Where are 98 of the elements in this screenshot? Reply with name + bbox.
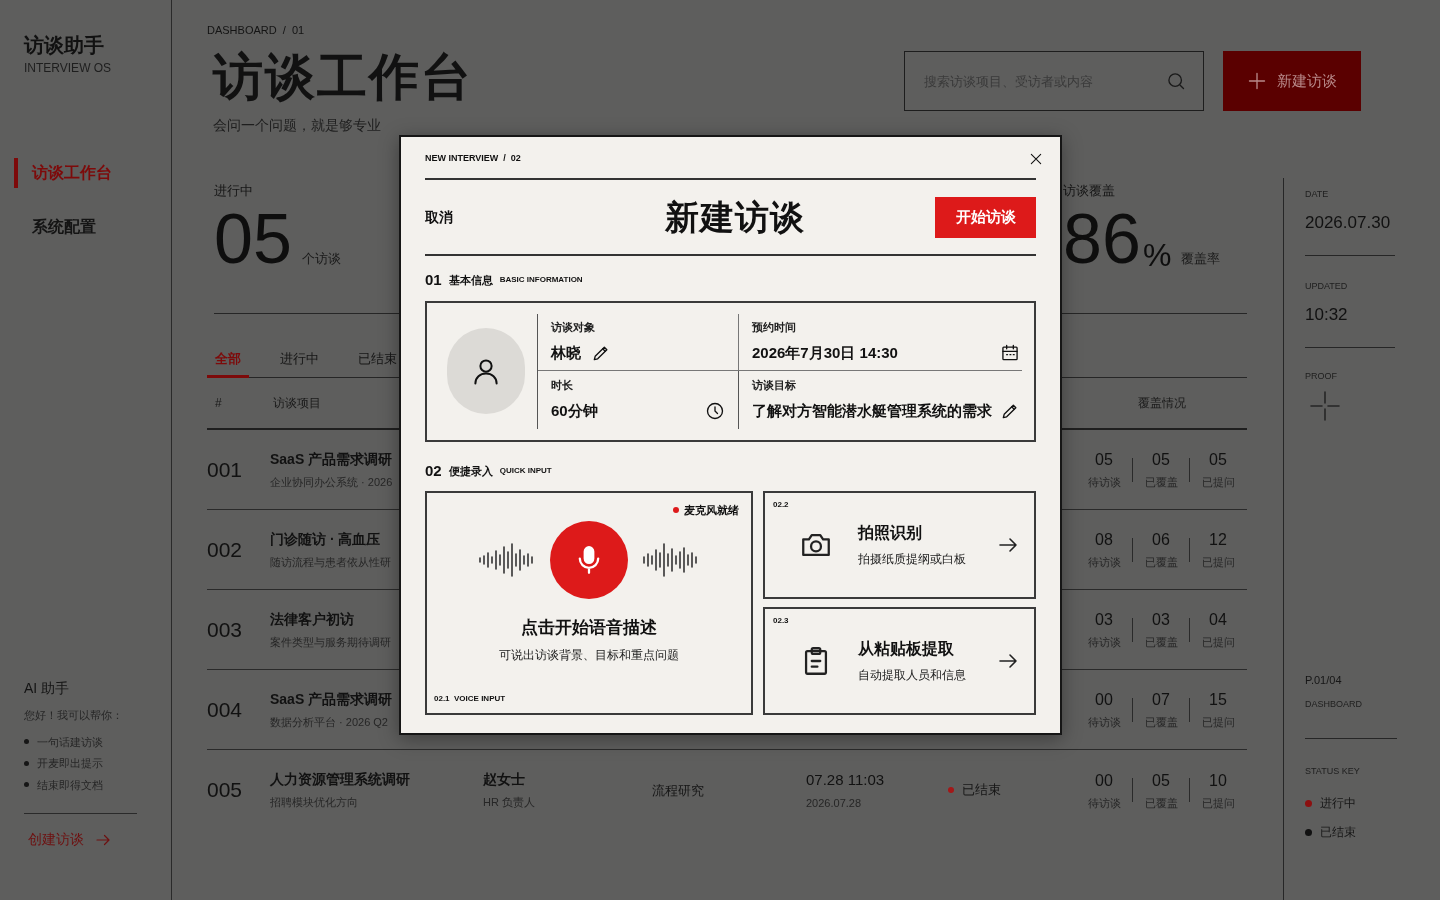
filter-tab[interactable]: 进行中 — [272, 342, 327, 378]
card-tag: 02.2 — [773, 499, 789, 511]
count-value: 00 — [1095, 690, 1113, 711]
section-title: 便捷录入 — [448, 463, 493, 479]
count-value: 04 — [1209, 610, 1227, 631]
voice-title: 点击开始语音描述 — [521, 617, 657, 639]
field-label: 时长 — [551, 378, 574, 394]
count-value: 15 — [1209, 690, 1227, 711]
card-title: 从粘贴板提取 — [858, 639, 955, 660]
stat-label: 进行中 — [214, 182, 254, 200]
updated-label: UPDATED — [1305, 280, 1349, 293]
mic-status: 麦克风就绪 — [684, 503, 739, 518]
nav-item[interactable]: 系统配置 — [0, 212, 171, 242]
count-value: 03 — [1152, 610, 1170, 631]
date-value: 2026.07.30 — [1305, 211, 1392, 234]
count-value: 05 — [1095, 450, 1113, 471]
count-value: 08 — [1095, 530, 1113, 551]
field-label: 访谈对象 — [551, 320, 596, 336]
status-key-label: 进行中 — [1320, 795, 1356, 812]
filter-tab[interactable]: 已结束 — [350, 342, 405, 378]
interview-date: 2026.07.28 — [806, 796, 863, 811]
clock-icon — [705, 401, 725, 421]
interview-time: 07.28 11:03 — [806, 769, 886, 790]
status-key-label: 已结束 — [1320, 824, 1356, 841]
section-subtitle: QUICK INPUT — [499, 464, 552, 477]
dialog-title: 新建访谈 — [665, 196, 805, 238]
card-tag: 02.1 VOICE INPUT — [434, 693, 506, 705]
stat-value: 86 — [1063, 206, 1141, 271]
field-value[interactable]: 60分钟 — [551, 399, 598, 423]
page-subtitle: 会问一个问题，就是够专业 — [213, 116, 382, 135]
field-value[interactable]: 2026年7月30日 14:30 — [752, 341, 898, 365]
row-number: 005 — [207, 777, 244, 804]
search-icon — [1166, 71, 1186, 91]
start-interview-button[interactable]: 开始访谈 — [935, 196, 1036, 238]
section-title: 基本信息 — [448, 273, 493, 288]
count-value: 07 — [1152, 690, 1170, 711]
column-header: 覆盖情况 — [1138, 395, 1186, 412]
interviewee-name: 赵女士 — [483, 770, 526, 790]
field-value[interactable]: 林晓 — [551, 341, 581, 365]
project-title: 人力资源管理系统调研 — [270, 770, 410, 790]
quick-input-card[interactable]: 02.3 从粘贴板提取 自动提取人员和信息 — [763, 607, 1036, 715]
field-label: 预约时间 — [752, 320, 797, 336]
row-number: 001 — [207, 456, 244, 483]
column-header: 访谈项目 — [273, 395, 321, 412]
field-value[interactable]: 了解对方智能潜水艇管理系统的需求 — [752, 399, 992, 423]
count-value: 00 — [1095, 770, 1113, 791]
interview-type: 流程研究 — [652, 783, 704, 798]
project-title: SaaS 产品需求调研 — [270, 449, 393, 469]
field-label: 访谈目标 — [752, 378, 797, 394]
updated-value: 10:32 — [1305, 303, 1349, 326]
row-number: 002 — [207, 536, 244, 563]
new-interview-button[interactable]: 新建访谈 — [1223, 51, 1361, 111]
count-value: 05 — [1209, 450, 1227, 471]
quick-input-card[interactable]: 02.2 拍照识别 拍摄纸质提纲或白板 — [763, 491, 1036, 599]
waveform-icon — [642, 540, 700, 580]
card-hint: 自动提取人员和信息 — [858, 668, 967, 684]
close-icon[interactable] — [1028, 151, 1044, 167]
page-label: DASHBOARD — [1305, 698, 1363, 711]
brand-subtitle: INTERVIEW OS — [23, 61, 113, 75]
column-header: # — [214, 395, 223, 412]
stat-value: 05 — [214, 206, 292, 271]
brand-title: 访谈助手 — [22, 33, 105, 57]
count-value: 10 — [1209, 770, 1227, 791]
count-value: 06 — [1152, 530, 1170, 551]
crosshair-icon — [1309, 389, 1341, 422]
waveform-icon — [478, 540, 536, 580]
calendar-icon — [1000, 343, 1020, 363]
dialog-breadcrumb: NEW INTERVIEW / 02 — [425, 152, 521, 166]
count-value: 03 — [1095, 610, 1113, 631]
count-value: 05 — [1152, 770, 1170, 791]
project-title: SaaS 产品需求调研 — [270, 689, 393, 709]
breadcrumb: DASHBOARD / 01 — [207, 23, 306, 37]
row-number: 003 — [207, 616, 244, 643]
page-number: P.01/04 — [1305, 672, 1343, 688]
stat-suffix: % — [1142, 238, 1172, 271]
section-number: 02 — [425, 460, 442, 481]
stat-unit: 覆盖率 — [1181, 250, 1221, 268]
stat-unit: 个访谈 — [301, 250, 341, 268]
cancel-button[interactable]: 取消 — [425, 206, 453, 228]
status-label: 已结束 — [962, 781, 1001, 800]
row-number: 004 — [207, 696, 244, 723]
plus-icon — [1247, 71, 1267, 91]
date-label: DATE — [1305, 188, 1330, 201]
stat-label: 访谈覆盖 — [1063, 182, 1116, 200]
card-tag: 02.3 — [773, 615, 789, 627]
count-value: 05 — [1152, 450, 1170, 471]
count-value: 12 — [1209, 530, 1227, 551]
card-hint: 拍摄纸质提纲或白板 — [858, 552, 967, 568]
proof-label: PROOF — [1305, 370, 1338, 383]
section-subtitle: BASIC INFORMATION — [499, 274, 583, 287]
section-number: 01 — [425, 270, 442, 290]
card-title: 拍照识别 — [858, 523, 923, 544]
voice-hint: 可说出访谈背景、目标和重点问题 — [499, 647, 679, 663]
assistant-title: AI 助手 — [24, 679, 71, 697]
project-title: 门诊随访 · 高血压 — [270, 529, 381, 549]
person-icon — [471, 356, 501, 386]
project-title: 法律客户初访 — [270, 609, 354, 629]
page-title: 访谈工作台 — [213, 48, 473, 107]
